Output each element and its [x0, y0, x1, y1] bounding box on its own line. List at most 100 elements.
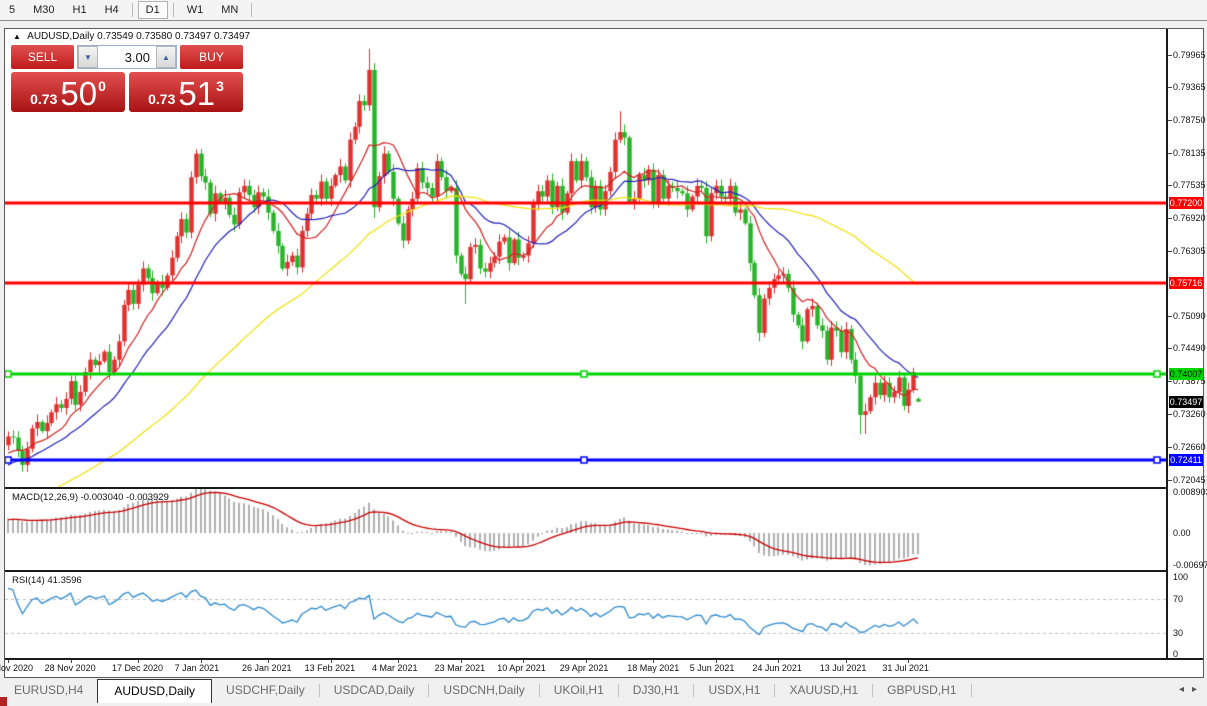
price-tick-label: 0.75090: [1173, 311, 1206, 321]
trading-platform-window: 5M30H1H4 D1 W1MN ▲ AUDUSD,Daily 0.73549 0.…: [0, 0, 1207, 706]
price-tick-mark: [1168, 447, 1172, 448]
tab-scroll-right-icon[interactable]: ▸: [1192, 684, 1197, 695]
price-line-label: 0.72411: [1169, 454, 1203, 466]
price-tick-mark: [1168, 348, 1172, 349]
volume-stepper: ▼ ▲: [77, 45, 177, 69]
price-tick-mark: [1168, 381, 1172, 382]
price-tick-label: 0.73260: [1173, 409, 1206, 419]
price-line-label: 0.77200: [1169, 197, 1203, 209]
date-label: 13 Feb 2021: [305, 663, 356, 673]
tab-xauusd-h1[interactable]: XAUUSD,H1: [775, 679, 872, 700]
buy-price-sup: 3: [216, 78, 224, 94]
buy-price-big: 51: [178, 77, 215, 110]
volume-input[interactable]: [98, 46, 156, 68]
sell-price-prefix: 0.73: [30, 91, 57, 107]
chart-window: ▲ AUDUSD,Daily 0.73549 0.73580 0.73497 0…: [4, 28, 1204, 678]
chart-title: ▲ AUDUSD,Daily 0.73549 0.73580 0.73497 0…: [13, 31, 250, 42]
date-label: 24 Jun 2021: [752, 663, 802, 673]
date-label: 29 Apr 2021: [560, 663, 609, 673]
chevron-up-icon: ▲: [162, 53, 170, 62]
date-label: 13 Jul 2021: [820, 663, 867, 673]
collapse-panel-icon[interactable]: ▲: [13, 32, 21, 41]
toolbar-separator: [132, 3, 133, 17]
chevron-down-icon: ▼: [84, 53, 92, 62]
date-axis: 10 Nov 202028 Nov 202017 Dec 20207 Jan 2…: [5, 660, 1166, 677]
macd-indicator-label: MACD(12,26,9) -0.003040 -0.003929: [12, 492, 169, 503]
tab-scroll-left-icon[interactable]: ◂: [1179, 684, 1184, 695]
date-label: 23 Mar 2021: [435, 663, 486, 673]
price-tick-label: 0.72660: [1173, 442, 1206, 452]
price-tick-mark: [1168, 55, 1172, 56]
chart-ohlc-values: 0.73549 0.73580 0.73497 0.73497: [97, 31, 250, 42]
timeframe-button-d1[interactable]: D1: [138, 1, 168, 19]
price-tick-mark: [1168, 218, 1172, 219]
rsi-axis-label: 30: [1173, 628, 1183, 638]
timeframe-button-5[interactable]: 5: [1, 1, 23, 19]
sell-button[interactable]: SELL: [11, 45, 74, 69]
price-tick-mark: [1168, 120, 1172, 121]
rsi-axis-label: 100: [1173, 572, 1188, 582]
symbol-tab-bar: EURUSD,H4AUDUSD,DailyUSDCHF,DailyUSDCAD,…: [0, 678, 1207, 706]
tab-eurusd-h4[interactable]: EURUSD,H4: [0, 679, 97, 700]
tab-usdchf-daily[interactable]: USDCHF,Daily: [212, 679, 319, 700]
price-line-label: 0.73497: [1169, 396, 1203, 408]
date-label: 31 Jul 2021: [882, 663, 929, 673]
tab-separator: [971, 684, 972, 697]
timeframe-button-h4[interactable]: H4: [97, 1, 127, 19]
timeframe-button-w1[interactable]: W1: [179, 1, 212, 19]
toolbar-separator: [173, 3, 174, 17]
price-tick-mark: [1168, 153, 1172, 154]
price-tick-label: 0.79965: [1173, 50, 1206, 60]
rsi-indicator-label: RSI(14) 41.3596: [12, 575, 82, 586]
date-label: 18 May 2021: [627, 663, 679, 673]
tab-usdx-h1[interactable]: USDX,H1: [694, 679, 774, 700]
buy-button[interactable]: BUY: [180, 45, 243, 69]
price-tick-label: 0.78750: [1173, 115, 1206, 125]
price-tick-mark: [1168, 87, 1172, 88]
tab-dj30-h1[interactable]: DJ30,H1: [619, 679, 694, 700]
tab-usdcnh-daily[interactable]: USDCNH,Daily: [429, 679, 538, 700]
macd-pane-canvas[interactable]: [5, 489, 1166, 570]
date-label: 10 Apr 2021: [497, 663, 546, 673]
price-tick-label: 0.76305: [1173, 246, 1206, 256]
tab-ukoil-h1[interactable]: UKOil,H1: [540, 679, 618, 700]
tab-scroll-arrows: ◂▸: [1179, 679, 1207, 695]
statusbar-fragment: [0, 697, 7, 706]
price-tick-mark: [1168, 316, 1172, 317]
price-tick-label: 0.77535: [1173, 180, 1206, 190]
price-tick-mark: [1168, 185, 1172, 186]
price-axis: 0.799650.793650.787500.781350.775350.769…: [1166, 29, 1203, 658]
buy-price-box[interactable]: 0.73 51 3: [129, 72, 243, 112]
timeframe-button-m30[interactable]: M30: [25, 1, 62, 19]
volume-decrease-button[interactable]: ▼: [78, 46, 98, 68]
sell-price-big: 50: [60, 77, 97, 110]
date-label: 10 Nov 2020: [0, 663, 33, 673]
toolbar-separator: [251, 3, 252, 17]
rsi-pane-canvas[interactable]: [5, 572, 1166, 658]
timeframe-toolbar: 5M30H1H4 D1 W1MN: [0, 0, 1207, 21]
rsi-axis-label: 70: [1173, 594, 1183, 604]
tab-audusd-daily[interactable]: AUDUSD,Daily: [97, 679, 212, 703]
price-tick-label: 0.74490: [1173, 343, 1206, 353]
price-line-label: 0.74007: [1169, 368, 1203, 380]
price-tick-label: 0.79365: [1173, 82, 1206, 92]
rsi-axis-label: 0: [1173, 649, 1178, 659]
price-tick-label: 0.76920: [1173, 213, 1206, 223]
timeframe-button-mn[interactable]: MN: [213, 1, 246, 19]
price-tick-label: 0.72045: [1173, 475, 1206, 485]
macd-axis-label: -0.00697: [1173, 560, 1207, 570]
tab-gbpusd-h1[interactable]: GBPUSD,H1: [873, 679, 970, 700]
one-click-trade-panel: SELL ▼ ▲ BUY 0.73 50 0: [11, 45, 243, 112]
macd-axis-label: 0.00: [1173, 528, 1191, 538]
date-label: 28 Nov 2020: [45, 663, 96, 673]
tab-usdcad-daily[interactable]: USDCAD,Daily: [320, 679, 429, 700]
price-tick-mark: [1168, 480, 1172, 481]
volume-increase-button[interactable]: ▲: [156, 46, 176, 68]
price-line-label: 0.75716: [1169, 277, 1203, 289]
sell-price-box[interactable]: 0.73 50 0: [11, 72, 125, 112]
date-label: 17 Dec 2020: [112, 663, 163, 673]
date-label: 5 Jun 2021: [690, 663, 735, 673]
timeframe-button-h1[interactable]: H1: [65, 1, 95, 19]
price-tick-mark: [1168, 251, 1172, 252]
chart-symbol-period: AUDUSD,Daily: [27, 31, 94, 42]
